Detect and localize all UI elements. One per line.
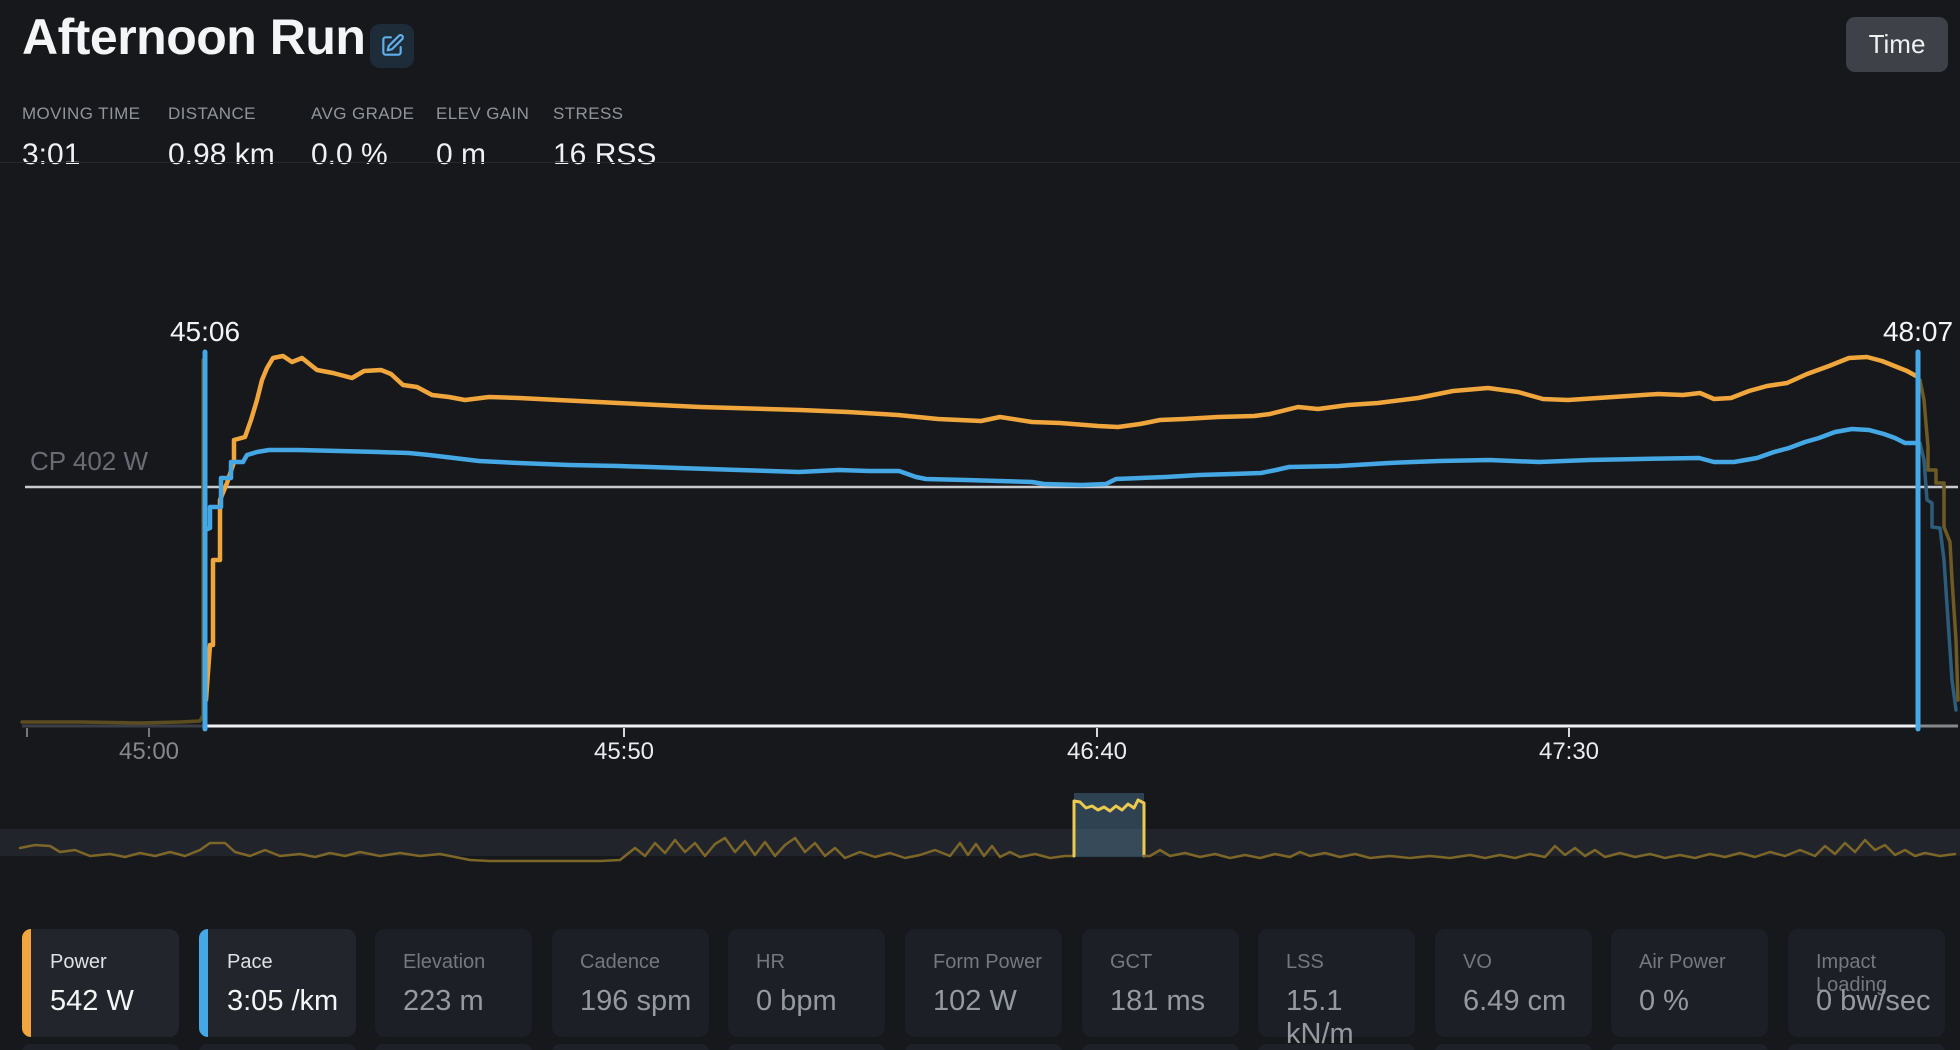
x-axis-tick-label: 47:30: [1539, 738, 1599, 766]
metric-card-label: Pace: [227, 951, 273, 974]
metric-card-value: 3:05 /km: [227, 985, 338, 1018]
metric-card-power[interactable]: Power 542 W: [22, 929, 179, 1037]
x-axis-tick-label: 45:50: [594, 738, 654, 766]
next-row-card-top[interactable]: [552, 1044, 709, 1050]
metric-card-impact-loading[interactable]: Impact Loading0 bw/sec: [1788, 929, 1945, 1037]
metric-card-label: VO: [1463, 951, 1492, 974]
metric-card-air-power[interactable]: Air Power 0 %: [1611, 929, 1768, 1037]
metric-card-value: 0 bw/sec: [1816, 985, 1930, 1018]
metric-card-value: 181 ms: [1110, 985, 1205, 1018]
next-row-card-top[interactable]: [375, 1044, 532, 1050]
metric-card-label: Form Power: [933, 951, 1042, 974]
metric-card-lss[interactable]: LSS15.1 kN/m: [1258, 929, 1415, 1037]
metric-card-value: 0 bpm: [756, 985, 837, 1018]
overview-brush[interactable]: [1074, 793, 1144, 857]
x-axis-tick-label: 45:00: [119, 738, 179, 766]
next-row-card-top[interactable]: [1788, 1044, 1945, 1050]
metric-card-value: 102 W: [933, 985, 1017, 1018]
next-row-card-top[interactable]: [1258, 1044, 1415, 1050]
next-row-card-top[interactable]: [1435, 1044, 1592, 1050]
metric-card-value: 196 spm: [580, 985, 691, 1018]
power-series-line: [206, 356, 1918, 700]
x-axis-tick-label: 46:40: [1067, 738, 1127, 766]
metric-card-label: Elevation: [403, 951, 485, 974]
metric-card-label: GCT: [1110, 951, 1152, 974]
metric-card-hr[interactable]: HR 0 bpm: [728, 929, 885, 1037]
trace-power-after-selection: [1920, 380, 1958, 700]
pace-series-line: [205, 429, 1918, 530]
trace-power-before-selection: [22, 360, 203, 723]
next-row-card-top[interactable]: [199, 1044, 356, 1050]
next-row-card-top[interactable]: [1082, 1044, 1239, 1050]
metric-card-label: Power: [50, 951, 107, 974]
metric-card-elevation[interactable]: Elevation 223 m: [375, 929, 532, 1037]
selection-end-time-label: 48:07: [1883, 316, 1953, 348]
metric-accent-bar: [22, 929, 31, 1037]
metric-card-label: LSS: [1286, 951, 1324, 974]
metric-card-value: 223 m: [403, 985, 484, 1018]
next-row-card-top[interactable]: [728, 1044, 885, 1050]
metric-card-form-power[interactable]: Form Power 102 W: [905, 929, 1062, 1037]
next-row-card-top[interactable]: [1611, 1044, 1768, 1050]
critical-power-label: CP 402 W: [30, 446, 148, 477]
metric-card-value: 542 W: [50, 985, 134, 1018]
metric-card-vo[interactable]: VO 6.49 cm: [1435, 929, 1592, 1037]
metric-card-gct[interactable]: GCT 181 ms: [1082, 929, 1239, 1037]
metric-card-value: 15.1 kN/m: [1286, 985, 1415, 1050]
activity-chart[interactable]: [0, 0, 1960, 1050]
metric-card-value: 0 %: [1639, 985, 1689, 1018]
next-row-card-top[interactable]: [905, 1044, 1062, 1050]
metric-card-pace[interactable]: Pace 3:05 /km: [199, 929, 356, 1037]
selection-start-time-label: 45:06: [170, 316, 240, 348]
next-row-card-top[interactable]: [22, 1044, 179, 1050]
metric-card-value: 6.49 cm: [1463, 985, 1566, 1018]
metric-card-label: Cadence: [580, 951, 660, 974]
activity-screen: Afternoon Run Time MOVING TIME3:01DISTAN…: [0, 0, 1960, 1050]
metric-accent-bar: [199, 929, 208, 1037]
metric-card-label: HR: [756, 951, 785, 974]
metric-card-cadence[interactable]: Cadence 196 spm: [552, 929, 709, 1037]
metric-card-label: Air Power: [1639, 951, 1726, 974]
